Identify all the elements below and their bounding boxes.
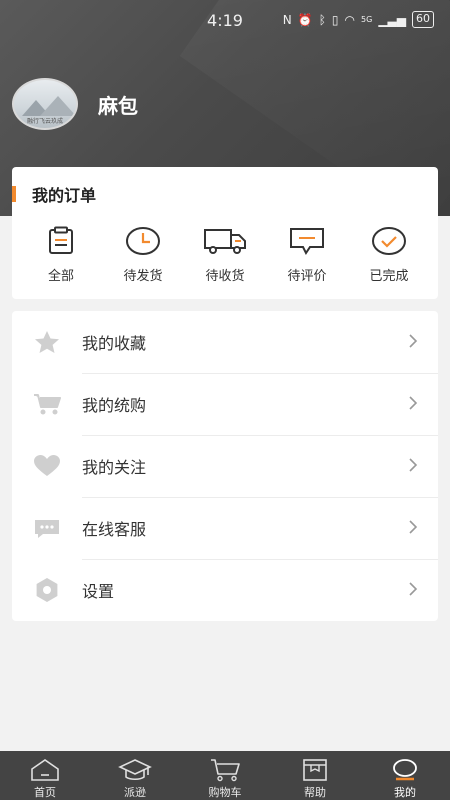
- chevron-right-icon: [408, 457, 418, 477]
- status-bar: 4:19 N ⏰ ᛒ ▯ ◠ 5G ▁▃▅ 60: [0, 0, 450, 40]
- order-status-pending-ship[interactable]: 待发货: [102, 225, 184, 284]
- order-status-label: 已完成: [369, 269, 409, 284]
- tab-paixun[interactable]: 派逊: [90, 751, 180, 800]
- tab-label: 我的: [394, 786, 416, 799]
- order-status-all[interactable]: 全部: [20, 225, 102, 284]
- bluetooth-icon: ᛒ: [318, 12, 326, 27]
- chevron-right-icon: [408, 519, 418, 539]
- menu-item-label: 我的收藏: [82, 334, 147, 353]
- chat-icon: [12, 516, 82, 540]
- order-status-pending-review[interactable]: 待评价: [266, 225, 348, 284]
- order-status-label: 待评价: [287, 269, 327, 284]
- tab-profile[interactable]: 我的: [360, 751, 450, 800]
- vibrate-icon: ▯: [331, 12, 339, 27]
- home-icon: [29, 757, 61, 783]
- signal-icon: ▁▃▅: [378, 12, 406, 27]
- username: 麻包: [98, 93, 138, 118]
- order-status-completed[interactable]: 已完成: [348, 225, 430, 284]
- menu-card: 我的收藏 我的统购 我的关注 在线客服 设置: [12, 311, 438, 621]
- clock-icon: [121, 225, 165, 257]
- chevron-right-icon: [408, 333, 418, 353]
- tab-help[interactable]: 帮助: [270, 751, 360, 800]
- orders-status-row: 全部 待发货 待收货 待评价 已完成: [12, 225, 438, 284]
- chevron-right-icon: [408, 581, 418, 601]
- order-status-label: 全部: [47, 269, 74, 284]
- menu-item-settings[interactable]: 设置: [12, 559, 438, 621]
- menu-item-following[interactable]: 我的关注: [12, 435, 438, 497]
- order-status-pending-receive[interactable]: 待收货: [184, 225, 266, 284]
- orders-title-text: 我的订单: [32, 186, 97, 205]
- avatar[interactable]: 融行飞云玖成: [12, 78, 78, 130]
- profile-icon: [390, 757, 420, 783]
- avatar-mountain-icon: [40, 96, 76, 116]
- heart-icon: [12, 454, 82, 478]
- wifi-icon: ◠: [344, 12, 356, 27]
- alarm-icon: ⏰: [297, 12, 313, 27]
- status-icons: N ⏰ ᛒ ▯ ◠ 5G ▁▃▅ 60: [283, 11, 434, 28]
- truck-icon: [203, 225, 247, 257]
- cart-icon: [12, 392, 82, 416]
- order-status-label: 待收货: [205, 269, 245, 284]
- battery-indicator: 60: [412, 11, 434, 28]
- settings-icon: [12, 577, 82, 603]
- tab-label: 帮助: [304, 786, 326, 799]
- order-status-label: 待发货: [123, 269, 163, 284]
- comment-icon: [285, 225, 329, 257]
- graduation-cap-icon: [118, 757, 152, 783]
- menu-item-customer-service[interactable]: 在线客服: [12, 497, 438, 559]
- nfc-icon: N: [282, 12, 292, 27]
- menu-item-label: 设置: [82, 582, 115, 601]
- title-accent-bar: [12, 186, 16, 202]
- check-circle-icon: [367, 225, 411, 257]
- tab-label: 首页: [34, 786, 56, 799]
- menu-item-favorites[interactable]: 我的收藏: [12, 311, 438, 373]
- tab-home[interactable]: 首页: [0, 751, 90, 800]
- menu-item-label: 在线客服: [82, 520, 147, 539]
- chevron-right-icon: [408, 395, 418, 415]
- tab-cart[interactable]: 购物车: [180, 751, 270, 800]
- star-icon: [12, 330, 82, 354]
- tab-label: 派逊: [124, 786, 146, 799]
- clipboard-icon: [39, 225, 83, 257]
- bottom-tab-bar: 首页 派逊 购物车 帮助 我的: [0, 751, 450, 800]
- avatar-caption: 融行飞云玖成: [26, 118, 63, 125]
- menu-item-label: 我的统购: [82, 396, 147, 415]
- profile-header[interactable]: 融行飞云玖成 麻包: [12, 78, 138, 130]
- cart-icon: [209, 757, 241, 783]
- help-box-icon: [300, 757, 330, 783]
- orders-title: 我的订单: [12, 183, 96, 205]
- menu-item-group-buy[interactable]: 我的统购: [12, 373, 438, 435]
- menu-item-label: 我的关注: [82, 458, 147, 477]
- tab-label: 购物车: [208, 786, 242, 799]
- orders-card: 我的订单 全部 待发货 待收货 待评价 已完成: [12, 167, 438, 299]
- network-label: 5G: [361, 15, 373, 24]
